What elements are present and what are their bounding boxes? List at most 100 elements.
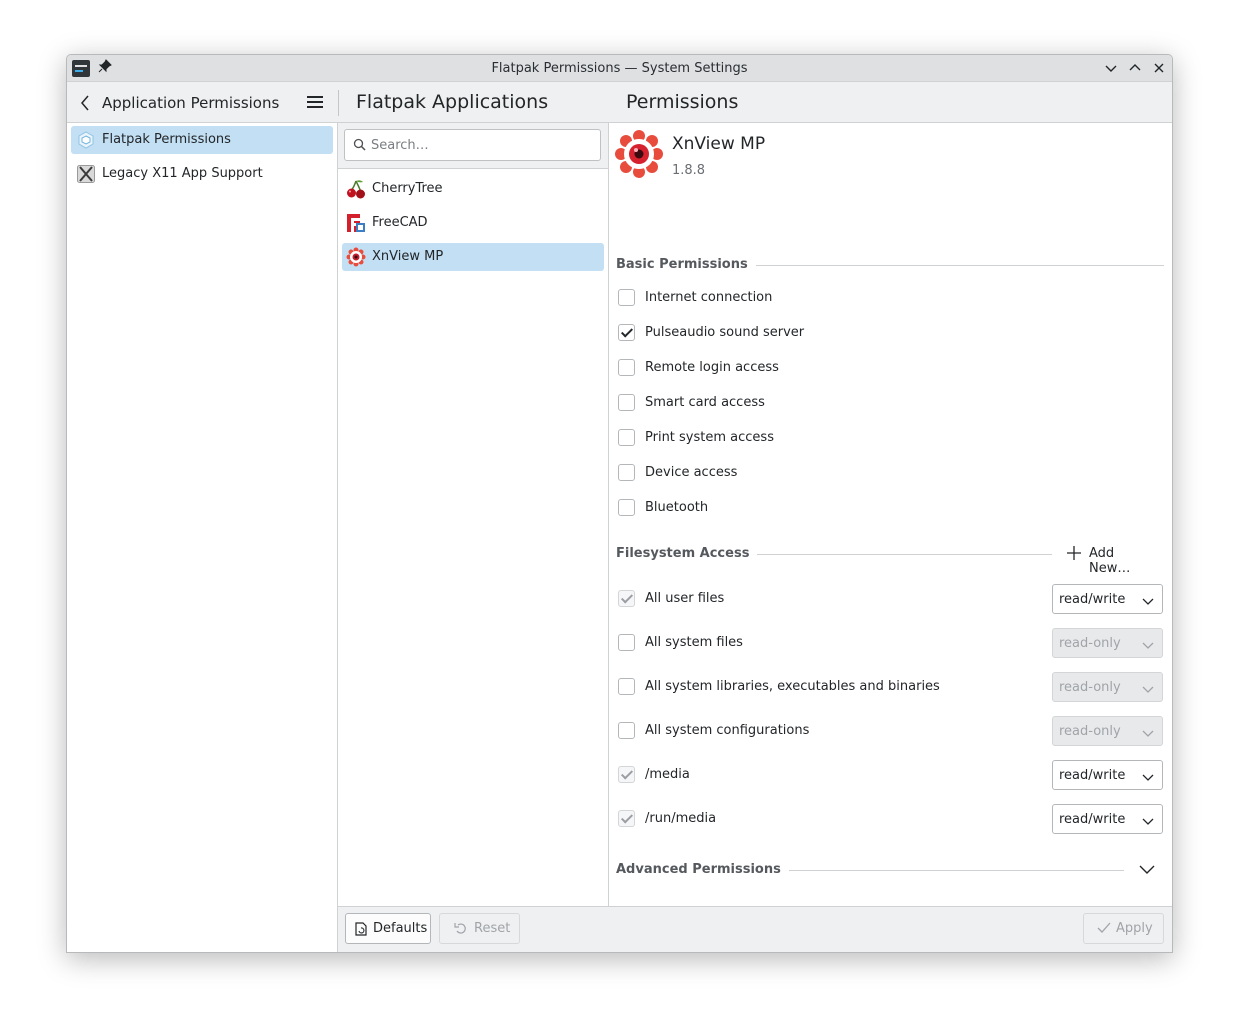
checkbox[interactable] [618, 766, 635, 783]
section-title: Advanced Permissions [616, 862, 789, 877]
cherry-icon [346, 179, 366, 199]
chevron-down-icon [1142, 595, 1154, 610]
xnview-logo-icon [614, 129, 664, 179]
permissions-title: Permissions [626, 91, 739, 113]
checkbox-label: Remote login access [645, 360, 779, 375]
advanced-permissions-header[interactable]: Advanced Permissions [616, 861, 1124, 879]
checkbox-label: All system libraries, executables and bi… [645, 679, 940, 694]
checkmark-icon [1097, 922, 1111, 938]
select-value: read/write [1059, 768, 1126, 783]
checkbox-label: Internet connection [645, 290, 773, 305]
applications-list-panel: CherryTree FreeCAD [338, 123, 608, 906]
permissions-panel: XnView MP 1.8.8 Basic Permissions Intern… [609, 123, 1172, 906]
maximize-button[interactable] [1126, 59, 1144, 77]
section-title: Filesystem Access [616, 546, 758, 561]
close-button[interactable] [1150, 59, 1168, 77]
footer-bar: Defaults Reset Apply [338, 906, 1172, 952]
checkbox[interactable] [618, 499, 635, 516]
checkbox-label: Print system access [645, 430, 774, 445]
access-mode-select[interactable]: read/write [1052, 584, 1163, 614]
checkbox[interactable] [618, 722, 635, 739]
checkbox[interactable] [618, 394, 635, 411]
reset-button[interactable]: Reset [439, 913, 520, 944]
checkbox[interactable] [618, 590, 635, 607]
applications-title: Flatpak Applications [356, 91, 549, 113]
flatpak-icon [77, 131, 95, 149]
select-value: read/write [1059, 812, 1126, 827]
app-item-label: XnView MP [372, 249, 444, 264]
select-value: read-only [1059, 680, 1121, 695]
app-item-label: FreeCAD [372, 215, 428, 230]
basic-permissions-header: Basic Permissions [616, 256, 1164, 274]
title-bar[interactable]: Flatpak Permissions — System Settings [67, 55, 1172, 82]
checkbox-label: All system files [645, 635, 743, 650]
defaults-label: Defaults [373, 921, 428, 936]
checkbox[interactable] [618, 678, 635, 695]
app-item-label: CherryTree [372, 181, 443, 196]
reset-label: Reset [474, 921, 511, 936]
search-bar [338, 123, 608, 169]
chevron-down-icon [1142, 727, 1154, 742]
select-value: read-only [1059, 636, 1121, 651]
checkbox[interactable] [618, 464, 635, 481]
header-separator [338, 90, 339, 116]
checkbox-label: /media [645, 767, 690, 782]
filesystem-access-header: Filesystem Access [616, 545, 1052, 563]
checkbox-label: All system configurations [645, 723, 810, 738]
apply-label: Apply [1116, 921, 1153, 936]
chevron-down-icon [1142, 683, 1154, 698]
access-mode-select[interactable]: read-only [1052, 628, 1163, 658]
window-title: Flatpak Permissions — System Settings [491, 61, 748, 76]
apply-button[interactable]: Apply [1083, 913, 1164, 944]
access-mode-select[interactable]: read-only [1052, 716, 1163, 746]
expand-chevron-icon[interactable] [1139, 864, 1155, 879]
app-name: XnView MP [672, 134, 766, 154]
access-mode-select[interactable]: read-only [1052, 672, 1163, 702]
app-item-freecad[interactable]: FreeCAD [342, 209, 604, 237]
sidebar-item-flatpak-permissions[interactable]: Flatpak Permissions [71, 126, 333, 154]
access-mode-select[interactable]: read/write [1052, 760, 1163, 790]
sidebar-title: Application Permissions [102, 94, 280, 112]
add-new-button[interactable]: Add New… [1066, 543, 1156, 576]
app-version: 1.8.8 [672, 163, 706, 178]
search-input[interactable] [371, 135, 591, 155]
document-revert-icon [355, 922, 367, 940]
freecad-icon [346, 213, 366, 233]
app-item-cherrytree[interactable]: CherryTree [342, 175, 604, 203]
chevron-down-icon [1142, 771, 1154, 786]
chevron-down-icon [1142, 639, 1154, 654]
checkbox-label: Smart card access [645, 395, 765, 410]
checkbox[interactable] [618, 429, 635, 446]
sidebar-item-legacy-x11[interactable]: Legacy X11 App Support [71, 160, 333, 188]
checkbox[interactable] [618, 810, 635, 827]
checkbox-label: Bluetooth [645, 500, 709, 515]
defaults-button[interactable]: Defaults [345, 913, 431, 944]
checkbox[interactable] [618, 359, 635, 376]
chevron-down-icon [1142, 815, 1154, 830]
undo-icon [454, 922, 467, 939]
access-mode-select[interactable]: read/write [1052, 804, 1163, 834]
checkbox-label: All user files [645, 591, 725, 606]
sidebar-item-label: Flatpak Permissions [102, 132, 231, 147]
section-title: Basic Permissions [616, 257, 756, 272]
add-new-label: Add New… [1089, 546, 1131, 576]
system-settings-window: Flatpak Permissions — System Settings Ap… [66, 54, 1173, 953]
checkbox-label: Device access [645, 465, 738, 480]
app-item-xnview-mp[interactable]: XnView MP [342, 243, 604, 271]
search-field[interactable] [344, 129, 601, 161]
sidebar: Flatpak Permissions Legacy X11 App Suppo… [67, 123, 337, 952]
select-value: read/write [1059, 592, 1126, 607]
back-icon[interactable] [79, 95, 91, 115]
hamburger-menu-icon[interactable] [307, 95, 323, 113]
search-icon [353, 138, 366, 155]
checkbox-label: /run/media [645, 811, 717, 826]
plus-icon [1066, 543, 1082, 566]
minimize-button[interactable] [1102, 59, 1120, 77]
checkbox-label: Pulseaudio sound server [645, 325, 805, 340]
checkbox[interactable] [618, 289, 635, 306]
checkbox[interactable] [618, 634, 635, 651]
checkbox[interactable] [618, 324, 635, 341]
x11-icon [77, 165, 95, 183]
select-value: read-only [1059, 724, 1121, 739]
sidebar-item-label: Legacy X11 App Support [102, 166, 263, 181]
